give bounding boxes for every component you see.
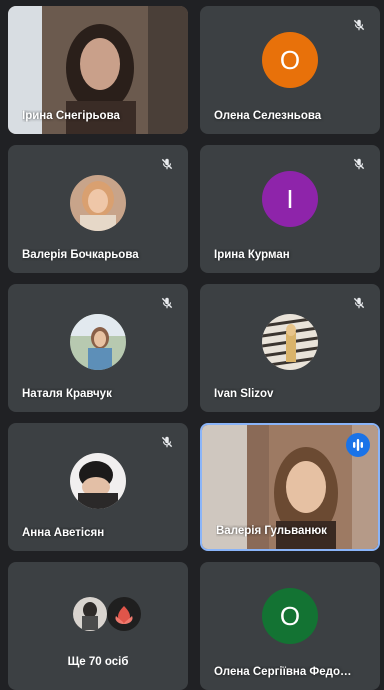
avatar-initial: О: [262, 587, 318, 644]
avatar: [262, 313, 318, 370]
avatar: [70, 174, 126, 231]
participant-tile[interactable]: Ivan Slizov: [200, 284, 380, 412]
microphone-off-icon: [352, 18, 366, 32]
avatar-initial: І: [262, 170, 318, 227]
participant-name: Анна Аветісян: [22, 527, 105, 539]
microphone-off-icon: [352, 157, 366, 171]
avatar: [70, 452, 126, 509]
participant-name: Наталя Кравчук: [22, 388, 112, 400]
microphone-off-icon: [160, 296, 174, 310]
participant-tile[interactable]: О Олена Сергіївна Федо…: [200, 562, 380, 690]
participant-tile[interactable]: Наталя Кравчук: [8, 284, 188, 412]
participant-name: Олена Селезньова: [214, 110, 322, 122]
participant-name: Олена Сергіївна Федо…: [214, 666, 352, 678]
participant-grid: Ірина Снегірьова О Олена Селезньова Вале…: [0, 0, 384, 690]
participant-tile[interactable]: О Олена Селезньова: [200, 6, 380, 134]
avatar: [70, 313, 126, 370]
participant-tile[interactable]: Валерія Бочкарьова: [8, 145, 188, 273]
participant-name: Ірина Снегірьова: [22, 110, 120, 122]
audio-level-icon: [346, 433, 370, 457]
participant-tile[interactable]: Анна Аветісян: [8, 423, 188, 551]
participant-name: Ivan Slizov: [214, 388, 274, 400]
participant-tile[interactable]: І Ірина Курман: [200, 145, 380, 273]
more-participants-label: Ще 70 осіб: [67, 656, 129, 668]
participant-name: Валерія Бочкарьова: [22, 249, 139, 261]
microphone-off-icon: [160, 435, 174, 449]
microphone-off-icon: [160, 157, 174, 171]
microphone-off-icon: [352, 296, 366, 310]
more-participants-avatars: [73, 597, 141, 631]
participant-tile[interactable]: Ірина Снегірьова: [8, 6, 188, 134]
participant-tile[interactable]: Валерія Гульванюк: [200, 423, 380, 551]
participant-name: Ірина Курман: [214, 249, 290, 261]
avatar-initial: О: [262, 31, 318, 88]
more-participants-tile[interactable]: Ще 70 осіб: [8, 562, 188, 690]
participant-name: Валерія Гульванюк: [216, 525, 327, 537]
